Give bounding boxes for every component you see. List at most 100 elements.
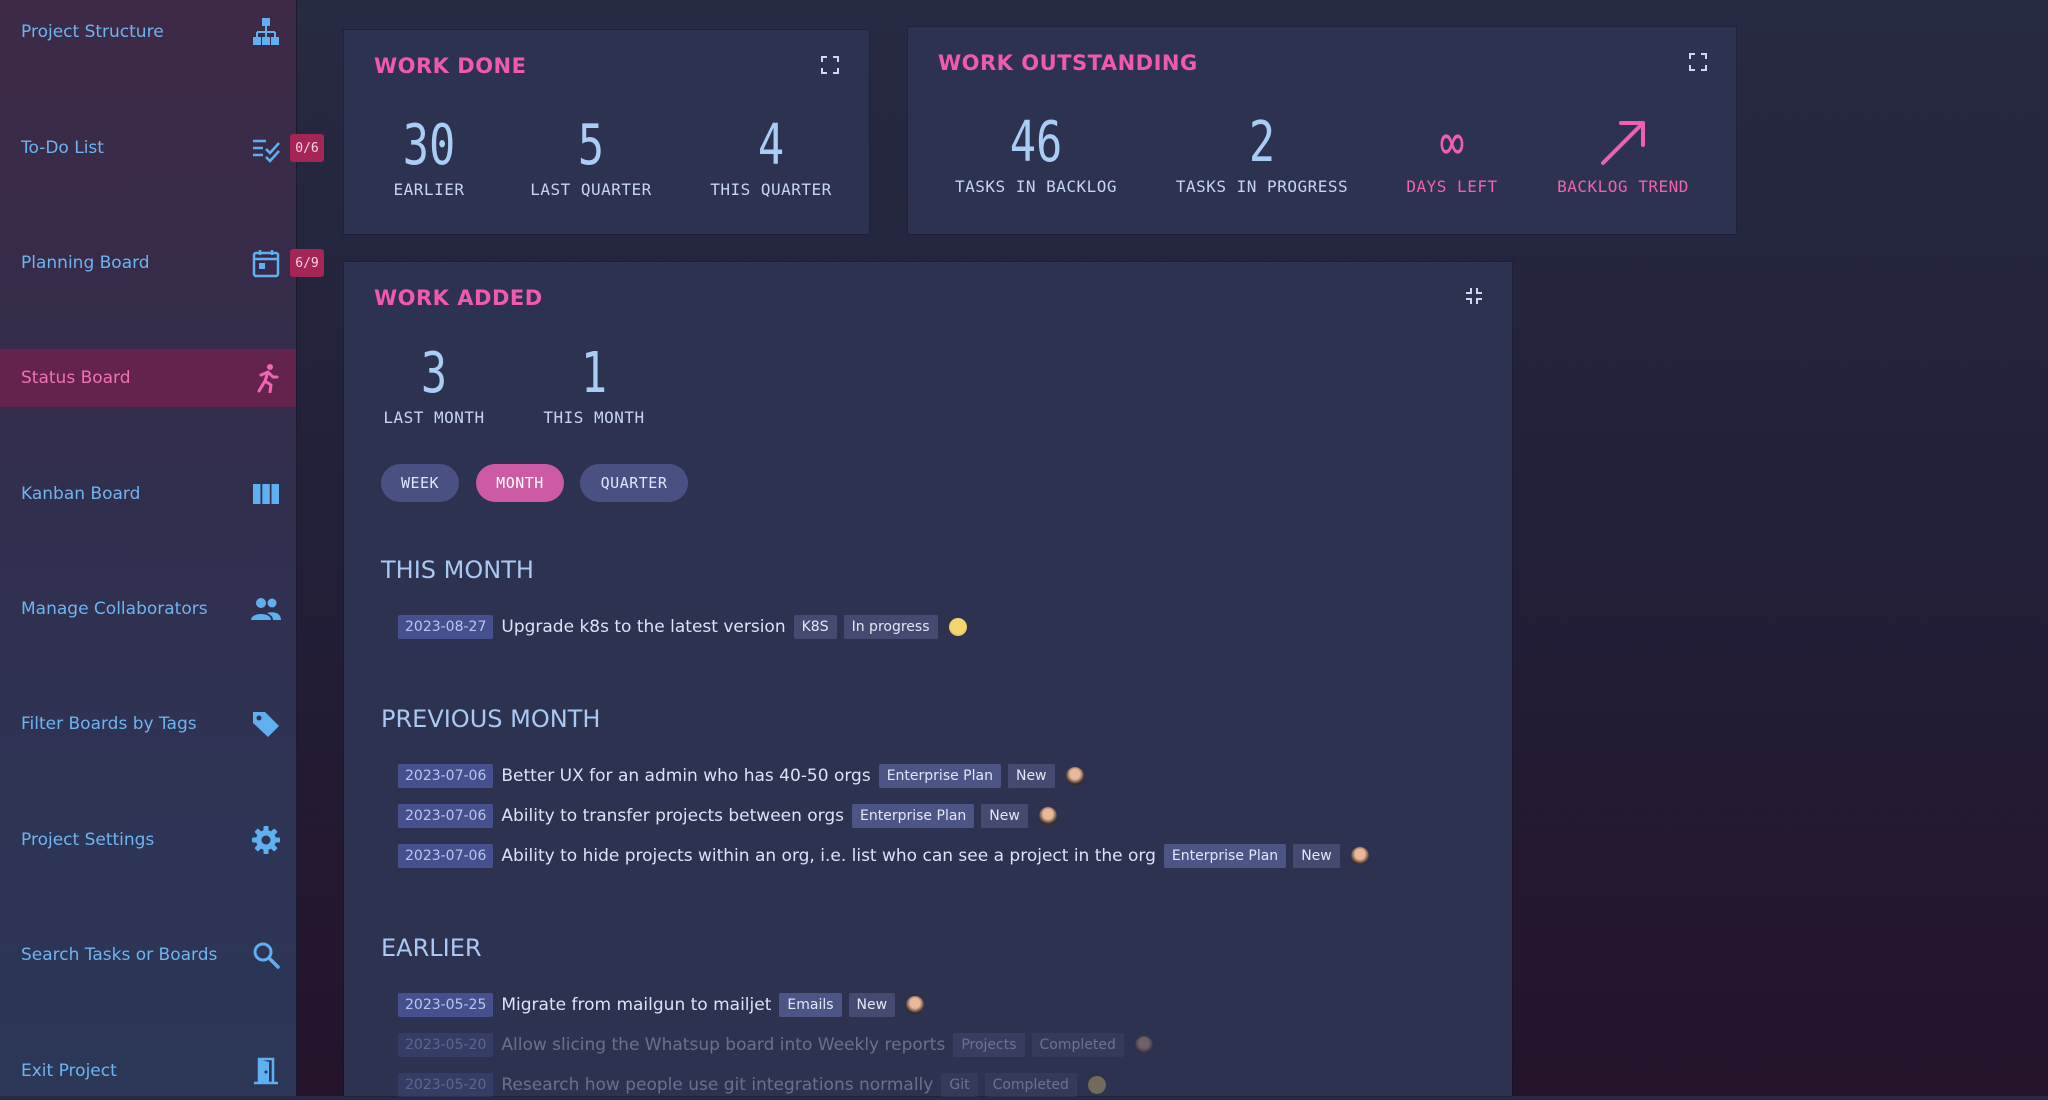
work-added-card: WORK ADDED 3 LAST MONTH 1 THIS MONTH xyxy=(344,262,1512,1096)
sidebar-item-project-settings[interactable]: Project Settings xyxy=(0,811,296,869)
stat-label: THIS QUARTER xyxy=(710,180,832,199)
avatar xyxy=(1038,807,1057,825)
work-done-card: WORK DONE 30 EARLIER 5 LAST QUARTER 4 TH… xyxy=(344,30,869,234)
stat-label: LAST MONTH xyxy=(383,408,485,427)
sidebar-item-kanban-board[interactable]: Kanban Board xyxy=(0,465,296,523)
search-icon xyxy=(250,939,282,971)
sidebar-item-exit-project[interactable]: Exit Project xyxy=(0,1042,296,1100)
stat-backlog-trend: BACKLOG TREND xyxy=(1548,111,1698,196)
task-row[interactable]: 2023-07-06 Ability to transfer projects … xyxy=(398,801,1057,831)
expand-icon[interactable] xyxy=(820,55,840,75)
work-outstanding-card: WORK OUTSTANDING 46 TASKS IN BACKLOG 2 T… xyxy=(908,27,1736,234)
checklist-icon xyxy=(250,132,282,164)
trend-up-arrow-icon xyxy=(1548,111,1698,175)
task-status[interactable]: New xyxy=(1007,764,1055,788)
task-row[interactable]: 2023-07-06 Better UX for an admin who ha… xyxy=(398,761,1084,791)
stat-value: 5 xyxy=(577,113,605,178)
stat-value: 3 xyxy=(420,341,448,406)
stat-value: 1 xyxy=(580,341,608,406)
sidebar-item-manage-collaborators[interactable]: Manage Collaborators xyxy=(0,580,296,638)
stat-label: BACKLOG TREND xyxy=(1557,177,1689,196)
sidebar-item-planning-board[interactable]: Planning Board 6/9 xyxy=(0,234,324,292)
sidebar-item-label: Filter Boards by Tags xyxy=(21,714,197,734)
gear-icon xyxy=(250,824,282,856)
stat-label: LAST QUARTER xyxy=(530,180,652,199)
task-title[interactable]: Allow slicing the Whatsup board into Wee… xyxy=(501,1035,945,1055)
task-tag[interactable]: Enterprise Plan xyxy=(1163,844,1287,868)
todo-count-badge: 0/6 xyxy=(290,134,324,162)
task-status[interactable]: New xyxy=(848,993,896,1017)
task-row[interactable]: 2023-05-20 Allow slicing the Whatsup boa… xyxy=(398,1030,1153,1060)
stat-last-quarter: 5 LAST QUARTER xyxy=(511,113,671,200)
task-title[interactable]: Ability to transfer projects between org… xyxy=(501,806,844,826)
stat-earlier: 30 EARLIER xyxy=(379,114,479,200)
section-heading-previous-month: PREVIOUS MONTH xyxy=(381,705,601,733)
task-title[interactable]: Research how people use git integrations… xyxy=(501,1075,933,1095)
stat-tasks-in-backlog: 46 TASKS IN BACKLOG xyxy=(946,110,1126,197)
sidebar-item-search[interactable]: Search Tasks or Boards xyxy=(0,926,296,984)
hierarchy-icon xyxy=(250,16,282,48)
task-status[interactable]: New xyxy=(1293,844,1340,868)
sidebar-item-label: Status Board xyxy=(21,368,131,388)
task-status[interactable]: In progress xyxy=(843,615,938,639)
stat-label: TASKS IN PROGRESS xyxy=(1175,177,1349,196)
task-date: 2023-05-20 xyxy=(398,1033,494,1057)
task-title[interactable]: Ability to hide projects within an org, … xyxy=(501,846,1156,866)
task-tag[interactable]: Enterprise Plan xyxy=(878,764,1001,788)
sidebar-item-project-structure[interactable]: Project Structure xyxy=(0,3,296,61)
runner-icon xyxy=(250,362,282,394)
task-title[interactable]: Migrate from mailgun to mailjet xyxy=(501,995,771,1015)
stat-last-month: 3 LAST MONTH xyxy=(379,341,489,428)
task-title[interactable]: Better UX for an admin who has 40-50 org… xyxy=(501,766,870,786)
task-tag[interactable]: Git xyxy=(941,1073,978,1097)
sidebar-item-todo-list[interactable]: To-Do List 0/6 xyxy=(0,119,324,177)
card-title: WORK OUTSTANDING xyxy=(938,51,1198,75)
columns-icon xyxy=(250,478,282,510)
avatar xyxy=(1087,1076,1106,1094)
task-date: 2023-08-27 xyxy=(398,615,494,639)
period-quarter-button[interactable]: QUARTER xyxy=(580,464,688,502)
task-row[interactable]: 2023-07-06 Ability to hide projects with… xyxy=(398,841,1369,871)
task-row[interactable]: 2023-08-27 Upgrade k8s to the latest ver… xyxy=(398,612,967,642)
door-exit-icon xyxy=(250,1055,282,1087)
sidebar-item-status-board[interactable]: Status Board xyxy=(0,349,296,407)
task-status[interactable]: Completed xyxy=(1031,1033,1124,1057)
task-title[interactable]: Upgrade k8s to the latest version xyxy=(501,617,785,637)
avatar xyxy=(1065,767,1084,785)
sidebar: Project Structure To-Do List 0/6 Plannin… xyxy=(0,0,324,1096)
task-date: 2023-05-20 xyxy=(398,1073,494,1097)
sidebar-item-label: Project Settings xyxy=(21,830,155,850)
stat-label: EARLIER xyxy=(393,180,465,199)
stat-value: 46 xyxy=(1009,110,1063,175)
task-tag[interactable]: Projects xyxy=(953,1033,1025,1057)
expand-icon[interactable] xyxy=(1688,52,1708,72)
sidebar-item-filter-by-tags[interactable]: Filter Boards by Tags xyxy=(0,695,296,753)
period-month-button[interactable]: MONTH xyxy=(476,464,564,502)
task-tag[interactable]: Enterprise Plan xyxy=(852,804,975,828)
calendar-icon xyxy=(250,247,282,279)
infinity-icon: ∞ xyxy=(1439,113,1465,173)
card-title: WORK DONE xyxy=(374,54,527,78)
sidebar-item-label: Manage Collaborators xyxy=(21,599,208,619)
sidebar-item-label: Project Structure xyxy=(21,22,164,42)
avatar xyxy=(906,996,925,1014)
period-week-button[interactable]: WEEK xyxy=(381,464,459,502)
section-heading-this-month: THIS MONTH xyxy=(381,556,534,584)
tag-icon xyxy=(250,708,282,740)
task-status[interactable]: Completed xyxy=(984,1073,1077,1097)
stat-value: 4 xyxy=(757,113,785,178)
task-row[interactable]: 2023-05-25 Migrate from mailgun to mailj… xyxy=(398,990,925,1020)
stat-tasks-in-progress: 2 TASKS IN PROGRESS xyxy=(1162,111,1362,197)
stat-label: TASKS IN BACKLOG xyxy=(954,177,1118,196)
sidebar-item-label: To-Do List xyxy=(21,138,104,158)
task-status[interactable]: New xyxy=(981,804,1028,828)
task-date: 2023-07-06 xyxy=(398,844,494,868)
avatar xyxy=(1350,847,1369,865)
task-date: 2023-07-06 xyxy=(398,804,494,828)
task-tag[interactable]: Emails xyxy=(779,993,842,1017)
stat-this-quarter: 4 THIS QUARTER xyxy=(691,113,851,200)
people-icon xyxy=(250,593,282,625)
task-tag[interactable]: K8S xyxy=(793,615,837,639)
collapse-icon[interactable] xyxy=(1464,286,1484,306)
planning-count-badge: 6/9 xyxy=(290,249,324,277)
